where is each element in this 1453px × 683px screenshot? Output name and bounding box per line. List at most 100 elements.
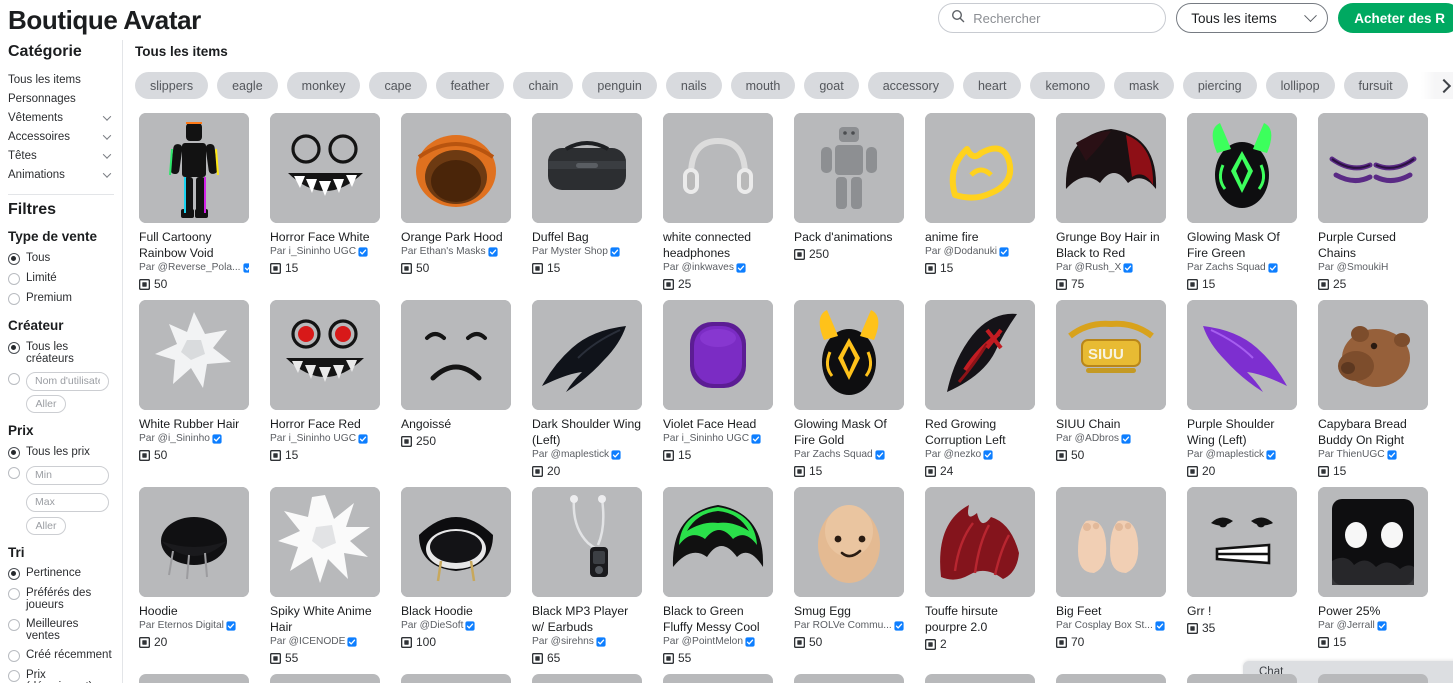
tag-chip[interactable]: lollipop — [1265, 72, 1335, 99]
item-thumbnail[interactable] — [925, 674, 1035, 683]
tag-chip[interactable]: chain — [513, 72, 574, 99]
item-creator[interactable]: Par ThienUGC — [1318, 448, 1428, 462]
item-card[interactable]: Pack d'animations 250 — [793, 113, 904, 300]
item-card[interactable]: SIUU SIUU Chain Par @ADbros 50 — [1055, 300, 1166, 487]
item-creator[interactable]: Par Ethan's Masks — [401, 245, 511, 259]
sidebar-item-animations[interactable]: Animations — [8, 165, 114, 184]
radio-sale-type-limited[interactable]: Limité — [8, 268, 114, 288]
item-thumbnail[interactable] — [532, 487, 642, 597]
item-creator[interactable]: Par ROLVe Commu... — [794, 619, 904, 633]
tag-chip[interactable]: piercing — [1182, 72, 1257, 99]
tag-chip[interactable]: eagle — [217, 72, 278, 99]
item-card[interactable]: Smug Egg Par ROLVe Commu... 50 — [793, 487, 904, 665]
item-card[interactable]: Capybara Bread Buddy On Right Par ThienUG… — [1317, 300, 1428, 487]
item-thumbnail[interactable] — [794, 487, 904, 597]
item-creator[interactable]: Par Zachs Squad — [794, 448, 904, 462]
tag-chip[interactable]: fursuit — [1343, 72, 1408, 99]
item-thumbnail[interactable] — [1056, 674, 1166, 683]
item-thumbnail[interactable] — [139, 300, 249, 410]
item-creator[interactable]: Par Eternos Digital — [139, 619, 249, 633]
item-creator[interactable]: Par @PointMelon — [663, 635, 773, 649]
sidebar-item-clothing[interactable]: Vêtements — [8, 108, 114, 127]
tag-chip[interactable]: monkey — [286, 72, 361, 99]
radio-creator-all[interactable]: Tous les créateurs — [8, 337, 114, 368]
item-card[interactable]: Hoodie Par Eternos Digital 20 — [138, 487, 249, 665]
item-thumbnail[interactable] — [794, 113, 904, 223]
search-input[interactable] — [973, 10, 1154, 26]
item-creator[interactable]: Par @ICENODE — [270, 635, 380, 649]
radio-sort-recent[interactable]: Créé récemment — [8, 646, 114, 666]
item-thumbnail[interactable] — [925, 300, 1035, 410]
radio-price-all[interactable]: Tous les prix — [8, 442, 114, 462]
item-card[interactable]: Touffe hirsute pourpre 2.0 2 — [924, 487, 1035, 665]
item-creator[interactable]: Par @Dodanuki — [925, 245, 1035, 259]
item-thumbnail[interactable] — [532, 113, 642, 223]
item-thumbnail[interactable] — [663, 487, 773, 597]
chips-next-button[interactable] — [1421, 72, 1453, 99]
price-min-input[interactable] — [26, 465, 109, 485]
item-card[interactable]: Purple Cursed Chains Par @SmoukiH 25 — [1317, 113, 1428, 300]
radio-sale-type-all[interactable]: Tous — [8, 248, 114, 268]
radio-sale-type-premium[interactable]: Premium — [8, 288, 114, 308]
tag-chip[interactable]: slippers — [135, 72, 209, 99]
item-thumbnail[interactable] — [663, 300, 773, 410]
item-thumbnail[interactable] — [139, 487, 249, 597]
item-card[interactable]: Grr ! 35 — [1186, 487, 1297, 665]
item-thumbnail[interactable] — [1187, 487, 1297, 597]
item-thumbnail[interactable] — [1318, 487, 1428, 597]
item-card[interactable]: Horror Face White Par i_Sininho UGC 15 — [269, 113, 380, 300]
item-card[interactable]: Purple Shoulder Wing (Left) Par @maplesti… — [1186, 300, 1297, 487]
creator-username-input[interactable] — [26, 371, 109, 391]
item-card[interactable]: Angoissé 250 — [400, 300, 511, 487]
tag-chip[interactable]: mask — [1113, 72, 1174, 99]
item-creator[interactable]: Par @DieSoft — [401, 619, 511, 633]
item-creator[interactable]: Par @sirehns — [532, 635, 642, 649]
item-creator[interactable]: Par i_Sininho UGC — [270, 245, 380, 259]
item-thumbnail[interactable] — [401, 487, 511, 597]
sidebar-item-accessories[interactable]: Accessoires — [8, 127, 114, 146]
item-thumbnail[interactable] — [794, 300, 904, 410]
item-card[interactable]: Dark Shoulder Wing (Left) Par @maplestick… — [531, 300, 642, 487]
item-thumbnail[interactable] — [1056, 487, 1166, 597]
radio-sort-bestselling[interactable]: Meilleures ventes — [8, 615, 114, 646]
item-thumbnail[interactable] — [1187, 674, 1297, 683]
item-card[interactable]: Glowing Mask Of Fire Gold Par Zachs Squad… — [793, 300, 904, 487]
sidebar-item-all[interactable]: Tous les items — [8, 70, 114, 89]
sidebar-item-characters[interactable]: Personnages — [8, 89, 114, 108]
buy-robux-button[interactable]: Acheter des R — [1338, 3, 1453, 33]
item-creator[interactable]: Par @Rush_X — [1056, 261, 1166, 275]
item-thumbnail[interactable] — [794, 674, 904, 683]
tag-chip[interactable]: nails — [665, 72, 722, 99]
sidebar-item-heads[interactable]: Têtes — [8, 146, 114, 165]
tag-chip[interactable]: feather — [435, 72, 505, 99]
item-creator[interactable]: Par @SmoukiH — [1318, 261, 1428, 275]
item-thumbnail[interactable] — [270, 113, 380, 223]
item-thumbnail[interactable] — [1056, 113, 1166, 223]
item-card[interactable]: Duffel Bag Par Myster Shop 15 — [531, 113, 642, 300]
tag-chip[interactable]: penguin — [582, 72, 657, 99]
item-creator[interactable]: Par @nezko — [925, 448, 1035, 462]
item-card[interactable]: White Rubber Hair Par @i_Sininho 50 — [138, 300, 249, 487]
item-card[interactable]: Black MP3 Player w/ Earbuds Par @sirehns 6… — [531, 487, 642, 665]
item-creator[interactable]: Par Myster Shop — [532, 245, 642, 259]
radio-creator-username[interactable] — [8, 368, 114, 394]
item-creator[interactable]: Par Zachs Squad — [1187, 261, 1297, 275]
item-card[interactable]: Black Hoodie Par @DieSoft 100 — [400, 487, 511, 665]
item-creator[interactable]: Par @maplestick — [532, 448, 642, 462]
item-thumbnail[interactable] — [1318, 674, 1428, 683]
tag-chip[interactable]: mouth — [730, 72, 796, 99]
item-card[interactable]: Black to Green Fluffy Messy Cool Par @Poi… — [662, 487, 773, 665]
item-thumbnail[interactable] — [270, 300, 380, 410]
item-thumbnail[interactable] — [1187, 300, 1297, 410]
item-creator[interactable]: Par Cosplay Box St... — [1056, 619, 1166, 633]
item-card[interactable]: Horror Face Red Par i_Sininho UGC 15 — [269, 300, 380, 487]
item-card[interactable]: anime fire Par @Dodanuki 15 — [924, 113, 1035, 300]
item-thumbnail[interactable]: SIUU — [1056, 300, 1166, 410]
item-type-select[interactable]: Tous les items — [1176, 3, 1329, 33]
item-creator[interactable]: Par @Reverse_Pola... — [139, 261, 249, 275]
item-creator[interactable]: Par i_Sininho UGC — [663, 432, 773, 446]
radio-sort-price-desc[interactable]: Prix (décroissant) — [8, 666, 114, 683]
item-creator[interactable]: Par @maplestick — [1187, 448, 1297, 462]
item-thumbnail[interactable] — [663, 674, 773, 683]
item-creator[interactable]: Par @Jerrall — [1318, 619, 1428, 633]
